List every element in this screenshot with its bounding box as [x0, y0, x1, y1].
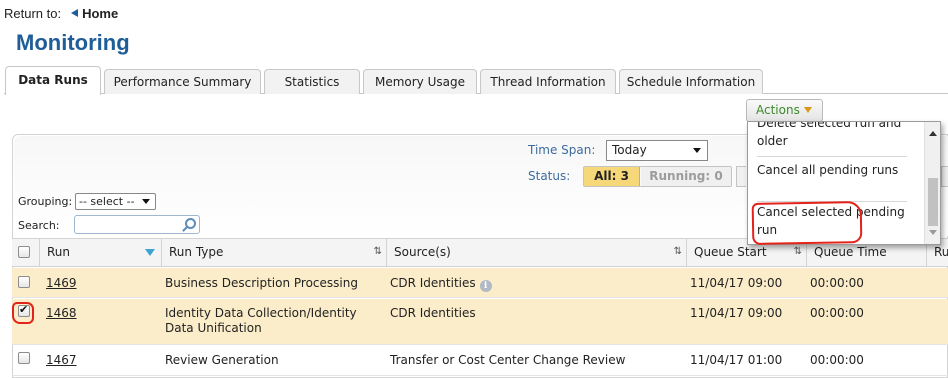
- queue-time-cell: 00:00:00: [810, 276, 864, 290]
- menu-divider: [757, 156, 907, 157]
- status-all-button[interactable]: All: 3: [584, 167, 640, 186]
- tab-schedule-information[interactable]: Schedule Information: [619, 69, 763, 94]
- scroll-thumb[interactable]: [928, 178, 938, 226]
- queue-time-cell: 00:00:00: [810, 306, 864, 320]
- tab-thread-information[interactable]: Thread Information: [480, 69, 616, 94]
- dropdown-arrow-icon: [693, 148, 701, 153]
- search-input[interactable]: [74, 215, 200, 234]
- grouping-label: Grouping:: [18, 195, 73, 208]
- actions-label: Actions: [756, 103, 800, 117]
- grouping-value: -- select --: [79, 195, 135, 208]
- tab-statistics[interactable]: Statistics: [264, 69, 360, 94]
- queue-start-cell: 11/04/17 09:00: [690, 306, 783, 320]
- scroll-up-icon[interactable]: [929, 131, 937, 136]
- source-cell: Transfer or Cost Center Change Review: [390, 353, 626, 367]
- search-label: Search:: [18, 219, 60, 232]
- annotation-circle-checkbox: [12, 302, 34, 324]
- queue-start-cell: 11/04/17 09:00: [690, 276, 783, 290]
- column-header-run[interactable]: Run: [39, 239, 161, 266]
- menu-scrollbar[interactable]: [924, 122, 940, 244]
- queue-time-cell: 00:00:00: [810, 353, 864, 367]
- search-icon[interactable]: [185, 218, 196, 229]
- queue-start-cell: 11/04/17 01:00: [690, 353, 783, 367]
- run-id-link[interactable]: 1467: [46, 353, 77, 368]
- menu-item-delete-selected-run[interactable]: Delete selected run and older: [757, 122, 907, 150]
- sort-icon[interactable]: ⇅: [374, 246, 382, 258]
- page-title: Monitoring: [16, 30, 130, 55]
- back-arrow-icon: [71, 9, 79, 17]
- column-header-label: Queue Time: [814, 245, 887, 259]
- column-header-label: Ru: [934, 245, 948, 259]
- filter-icon[interactable]: [145, 249, 155, 256]
- sort-icon[interactable]: ⇅: [794, 246, 802, 258]
- column-header-label: Source(s): [394, 245, 451, 259]
- column-header-label: Run: [47, 245, 71, 259]
- grouping-select[interactable]: -- select --: [75, 193, 156, 210]
- column-header-run-type[interactable]: Run Type ⇅: [161, 239, 386, 266]
- info-icon[interactable]: i: [479, 280, 492, 292]
- run-id-link[interactable]: 1468: [46, 306, 77, 321]
- sort-icon[interactable]: ⇅: [674, 246, 682, 258]
- run-type-cell: Business Description Processing: [165, 276, 358, 290]
- scroll-down-icon[interactable]: [929, 230, 937, 235]
- tab-memory-usage[interactable]: Memory Usage: [363, 69, 477, 94]
- status-more-button[interactable]: [736, 166, 746, 187]
- status-running-button[interactable]: Running: 0: [641, 167, 731, 186]
- menu-item-cancel-all-pending[interactable]: Cancel all pending runs: [757, 161, 907, 179]
- select-all-checkbox[interactable]: [18, 246, 30, 258]
- time-span-select[interactable]: Today: [606, 140, 708, 161]
- time-span-value: Today: [612, 143, 647, 157]
- status-overflow-button[interactable]: [941, 166, 948, 187]
- source-text: CDR Identities: [390, 276, 476, 290]
- column-header-sources[interactable]: Source(s) ⇅: [386, 239, 686, 266]
- table-row[interactable]: 1468 Identity Data Collection/Identity D…: [12, 299, 948, 345]
- run-id-link[interactable]: 1469: [46, 276, 77, 291]
- return-label: Return to:: [4, 6, 62, 21]
- home-link[interactable]: Home: [82, 6, 118, 21]
- run-type-cell: Identity Data Collection/Identity Data U…: [165, 306, 357, 335]
- table-row[interactable]: 1469 Business Description Processing CDR…: [12, 268, 948, 298]
- column-header-label: Queue Start: [694, 245, 767, 259]
- status-filter-group: All: 3 Running: 0: [583, 166, 732, 187]
- row-checkbox[interactable]: [18, 276, 30, 288]
- status-label: Status:: [528, 169, 571, 183]
- run-type-cell: Review Generation: [165, 353, 279, 367]
- column-header-label: Run Type: [169, 245, 224, 259]
- return-bar: Return to: Home: [4, 6, 118, 21]
- tab-data-runs[interactable]: Data Runs: [5, 66, 101, 95]
- table-row[interactable]: 1467 Review Generation Transfer or Cost …: [12, 346, 948, 376]
- tab-performance-summary[interactable]: Performance Summary: [104, 69, 261, 94]
- dropdown-arrow-icon: [142, 199, 150, 204]
- tab-bar: Data Runs Performance Summary Statistics…: [4, 66, 948, 95]
- source-cell: CDR Identities: [390, 306, 476, 320]
- time-span-label: Time Span:: [528, 143, 596, 157]
- annotation-circle-menu: [751, 201, 863, 245]
- row-checkbox[interactable]: [18, 352, 30, 364]
- source-cell: CDR Identities i: [390, 276, 680, 292]
- actions-button[interactable]: Actions: [746, 99, 823, 122]
- chevron-down-icon: [803, 107, 812, 113]
